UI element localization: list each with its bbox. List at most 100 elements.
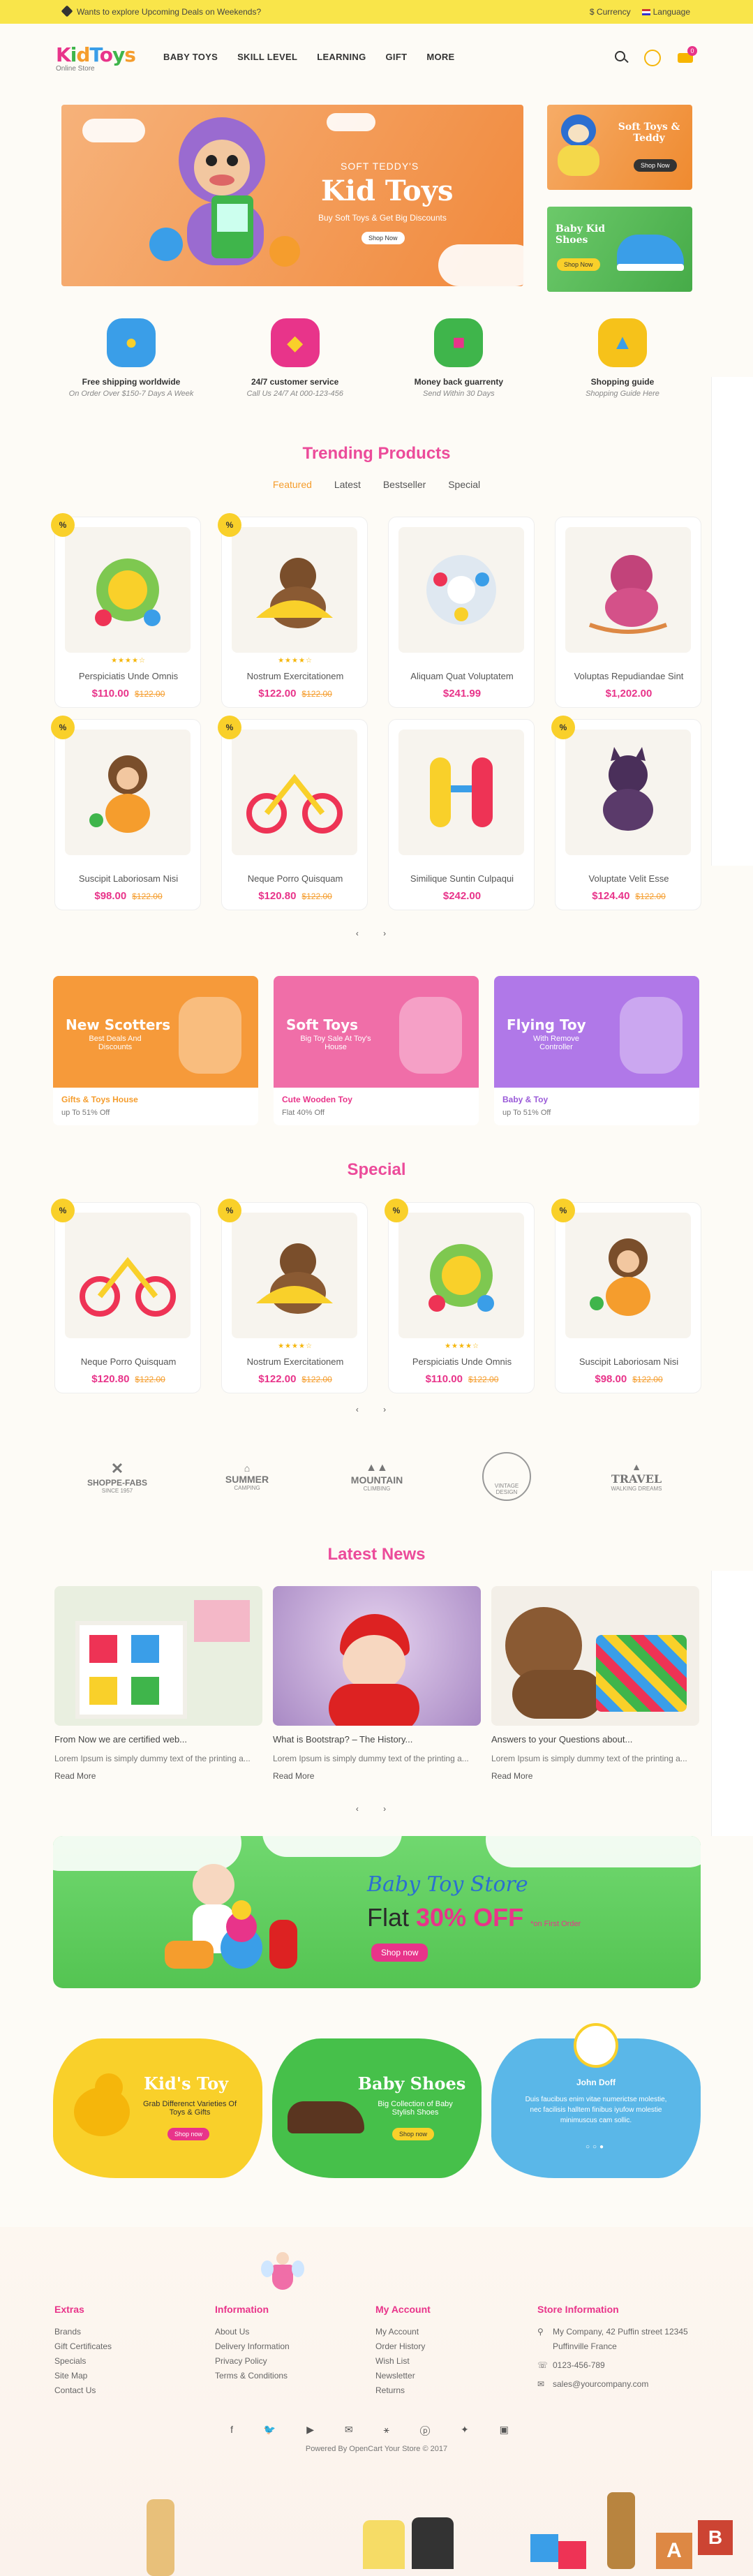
footer-link[interactable]: Newsletter: [375, 2369, 431, 2383]
product-name[interactable]: Similique Suntin Culpaqui: [389, 873, 535, 884]
footer-link[interactable]: Specials: [54, 2354, 112, 2369]
product-card[interactable]: Voluptas Repudiandae Sint $1,202.00: [555, 517, 701, 708]
product-name[interactable]: Perspiciatis Unde Omnis: [55, 671, 202, 681]
nav-skill-level[interactable]: SKILL LEVEL: [237, 52, 297, 62]
product-name[interactable]: Aliquam Quat Voluptatem: [389, 671, 535, 681]
product-name[interactable]: Neque Porro Quisquam: [55, 1356, 202, 1367]
product-card[interactable]: Similique Suntin Culpaqui $242.00: [388, 719, 535, 910]
news-title-text[interactable]: Answers to your Questions about...: [491, 1734, 699, 1745]
special-carousel-arrows[interactable]: ‹ ›: [0, 1405, 753, 1414]
product-image[interactable]: [65, 527, 191, 653]
footer-link[interactable]: Contact Us: [54, 2383, 112, 2398]
side-banner-shoes[interactable]: Baby Kid Shoes Shop Now: [547, 207, 692, 292]
product-name[interactable]: Voluptas Repudiandae Sint: [556, 671, 702, 681]
product-card[interactable]: % ★★★★☆ Nostrum Exercitationem $122.00 $122.…: [218, 513, 368, 708]
blob-baby-shoes[interactable]: Baby Shoes Big Collection of Baby Stylis…: [272, 2038, 482, 2178]
product-image[interactable]: [565, 1213, 691, 1338]
nav-gift[interactable]: GIFT: [386, 52, 408, 62]
category-banner[interactable]: Flying Toy With Remove Controller Baby & T…: [494, 976, 699, 1125]
social-icons[interactable]: f 🐦 ▶ ✉ ⚹ ⓟ ✦ ▣: [0, 2424, 753, 2436]
tab-special[interactable]: Special: [448, 479, 480, 490]
product-image[interactable]: [565, 527, 691, 653]
news-card[interactable]: Answers to your Questions about... Lorem…: [491, 1586, 699, 1781]
read-more-link[interactable]: Read More: [491, 1771, 699, 1781]
product-card[interactable]: % Neque Porro Quisquam $120.80 $122.00: [218, 716, 368, 910]
product-name[interactable]: Voluptate Velit Esse: [556, 873, 702, 884]
nav-baby-toys[interactable]: BABY TOYS: [163, 52, 218, 62]
logo[interactable]: KidToys Online Store: [56, 43, 136, 73]
product-image[interactable]: [65, 730, 191, 855]
product-name[interactable]: Nostrum Exercitationem: [222, 671, 368, 681]
blob-button[interactable]: Shop now: [167, 2128, 210, 2140]
side-banner-button[interactable]: Shop Now: [634, 159, 677, 172]
product-name[interactable]: Nostrum Exercitationem: [222, 1356, 368, 1367]
product-image[interactable]: [232, 730, 357, 855]
brand-logo[interactable]: ▲ TRAVEL WALKING DREAMS: [581, 1461, 692, 1492]
nav-learning[interactable]: LEARNING: [317, 52, 366, 62]
language-dropdown[interactable]: Language: [653, 7, 690, 17]
currency-dropdown[interactable]: $ Currency: [590, 7, 631, 17]
product-name[interactable]: Perspiciatis Unde Omnis: [389, 1356, 535, 1367]
footer-link[interactable]: Site Map: [54, 2369, 112, 2383]
product-name[interactable]: Suscipit Laboriosam Nisi: [556, 1356, 702, 1367]
footer-link[interactable]: Returns: [375, 2383, 431, 2398]
cart-icon[interactable]: [676, 46, 697, 67]
category-banner[interactable]: Soft Toys Big Toy Sale At Toy's House Cute…: [274, 976, 479, 1125]
product-card[interactable]: % Voluptate Velit Esse $124.40 $122.00: [551, 716, 702, 910]
news-carousel-arrows[interactable]: ‹ ›: [0, 1804, 753, 1814]
footer-link[interactable]: About Us: [215, 2325, 290, 2339]
news-title-text[interactable]: From Now we are certified web...: [54, 1734, 262, 1745]
footer-link[interactable]: Delivery Information: [215, 2339, 290, 2354]
product-image[interactable]: [398, 730, 524, 855]
search-icon[interactable]: [615, 51, 629, 65]
news-title-text[interactable]: What is Bootstrap? – The History...: [273, 1734, 481, 1745]
category-link[interactable]: Gifts & Toys House: [61, 1095, 138, 1104]
product-image[interactable]: [232, 527, 357, 653]
footer-link[interactable]: My Account: [375, 2325, 431, 2339]
promo-shop-button[interactable]: Shop now: [371, 1944, 428, 1962]
hero-banner[interactable]: SOFT TEDDY'S Kid Toys Buy Soft Toys & Ge…: [61, 105, 523, 286]
product-card[interactable]: % Suscipit Laboriosam Nisi $98.00 $122.00: [51, 716, 201, 910]
promo-banner[interactable]: Baby Toy Store Flat 30% OFF *on First Or…: [53, 1836, 701, 1988]
brand-logo[interactable]: ⌂ SUMMER CAMPING: [191, 1463, 303, 1491]
tab-bestseller[interactable]: Bestseller: [383, 479, 426, 490]
product-card[interactable]: % Neque Porro Quisquam $120.80 $122.00: [51, 1199, 202, 1393]
product-card[interactable]: % ★★★★☆ Perspiciatis Unde Omnis $110.00 $122…: [385, 1199, 535, 1393]
product-card[interactable]: % Suscipit Laboriosam Nisi $98.00 $122.00: [551, 1199, 702, 1393]
side-banner-button[interactable]: Shop Now: [557, 258, 600, 271]
news-card[interactable]: From Now we are certified web... Lorem I…: [54, 1586, 262, 1781]
brand-logo[interactable]: ▲▲ MOUNTAIN CLIMBING: [321, 1462, 433, 1492]
category-banner[interactable]: New Scotters Best Deals And Discounts Gift…: [53, 976, 258, 1125]
product-card[interactable]: % ★★★★☆ Perspiciatis Unde Omnis $110.00 $122…: [51, 513, 202, 708]
footer-link[interactable]: Privacy Policy: [215, 2354, 290, 2369]
product-image[interactable]: [565, 730, 691, 855]
product-name[interactable]: Neque Porro Quisquam: [222, 873, 368, 884]
nav-more[interactable]: MORE: [426, 52, 454, 62]
footer-link[interactable]: Wish List: [375, 2354, 431, 2369]
account-icon[interactable]: [644, 50, 661, 66]
footer-link[interactable]: Terms & Conditions: [215, 2369, 290, 2383]
news-card[interactable]: What is Bootstrap? – The History... Lore…: [273, 1586, 481, 1781]
category-link[interactable]: Cute Wooden Toy: [282, 1095, 352, 1104]
category-link[interactable]: Baby & Toy: [502, 1095, 548, 1104]
product-image[interactable]: [398, 527, 524, 653]
read-more-link[interactable]: Read More: [273, 1771, 481, 1781]
blob-kids-toy[interactable]: Kid's Toy Grab Differenct Varieties Of T…: [53, 2038, 262, 2178]
blob-button[interactable]: Shop now: [392, 2128, 435, 2140]
product-image[interactable]: [398, 1213, 524, 1338]
product-image[interactable]: [232, 1213, 357, 1338]
product-image[interactable]: [65, 1213, 191, 1338]
brand-logo[interactable]: ✕ SHOPPE-FABS SINCE 1957: [61, 1460, 173, 1494]
read-more-link[interactable]: Read More: [54, 1771, 262, 1781]
testimonial-dots[interactable]: ○○●: [491, 2143, 701, 2151]
product-card[interactable]: % ★★★★☆ Nostrum Exercitationem $122.00 $122.…: [218, 1199, 368, 1393]
footer-link[interactable]: Brands: [54, 2325, 112, 2339]
side-banner-soft-toys[interactable]: Soft Toys & Teddy Shop Now: [547, 105, 692, 190]
hero-shop-button[interactable]: Shop Now: [361, 232, 405, 244]
store-email[interactable]: ✉ sales@yourcompany.com: [537, 2377, 698, 2392]
product-card[interactable]: Aliquam Quat Voluptatem $241.99: [388, 517, 535, 708]
footer-link[interactable]: Gift Certificates: [54, 2339, 112, 2354]
tab-featured[interactable]: Featured: [273, 479, 312, 490]
footer-link[interactable]: Order History: [375, 2339, 431, 2354]
brand-logo[interactable]: VINTAGE DESIGN: [451, 1452, 562, 1501]
